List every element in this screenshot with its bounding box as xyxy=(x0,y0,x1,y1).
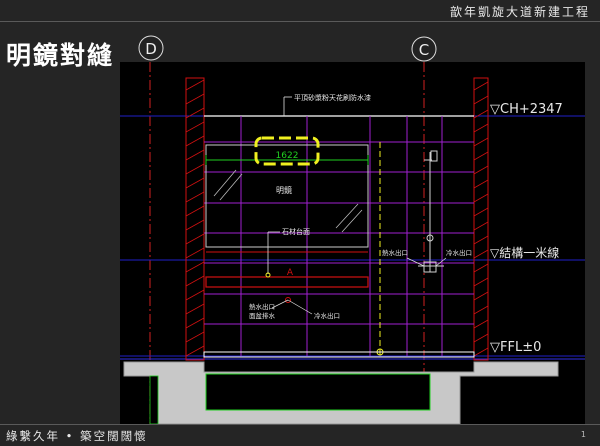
elevation-drawing: D C 1622 明鏡 平頂砂漿粉天花刷防水漆 A 石材台面 熱水出口 面盆排水… xyxy=(120,35,585,425)
shower-cold-outlet-note: 冷水出口 xyxy=(446,248,472,257)
mirror-label: 明鏡 xyxy=(276,185,292,195)
basin-cold-outlet-note: 冷水出口 xyxy=(314,311,340,320)
stone-counter-note: 石材台面 xyxy=(282,227,310,236)
counter-tag: A xyxy=(287,268,294,278)
ceiling-level-label: ▽CH+2347 xyxy=(490,102,563,117)
basin-hot-outlet-note: 熱水出口 xyxy=(249,302,275,311)
datum-level-label: ▽結構一米線 xyxy=(490,245,559,260)
footer-divider xyxy=(0,424,600,425)
ceiling-finish-note: 平頂砂漿粉天花刷防水漆 xyxy=(294,93,371,102)
grid-label-c: C xyxy=(419,41,429,59)
footer-slogan: 綠繫久年 • 築空闊闊懷 xyxy=(6,429,148,443)
slab-recess xyxy=(205,373,431,411)
slide-number: 1 xyxy=(580,430,586,439)
mirror-width-label: 1622 xyxy=(276,151,299,161)
basin-drain-note: 面盆排水 xyxy=(249,311,276,320)
floor-level-label: ▽FFL±0 xyxy=(490,340,541,355)
grid-label-d: D xyxy=(145,40,157,58)
shower-hot-outlet-note: 熱水出口 xyxy=(382,248,408,257)
